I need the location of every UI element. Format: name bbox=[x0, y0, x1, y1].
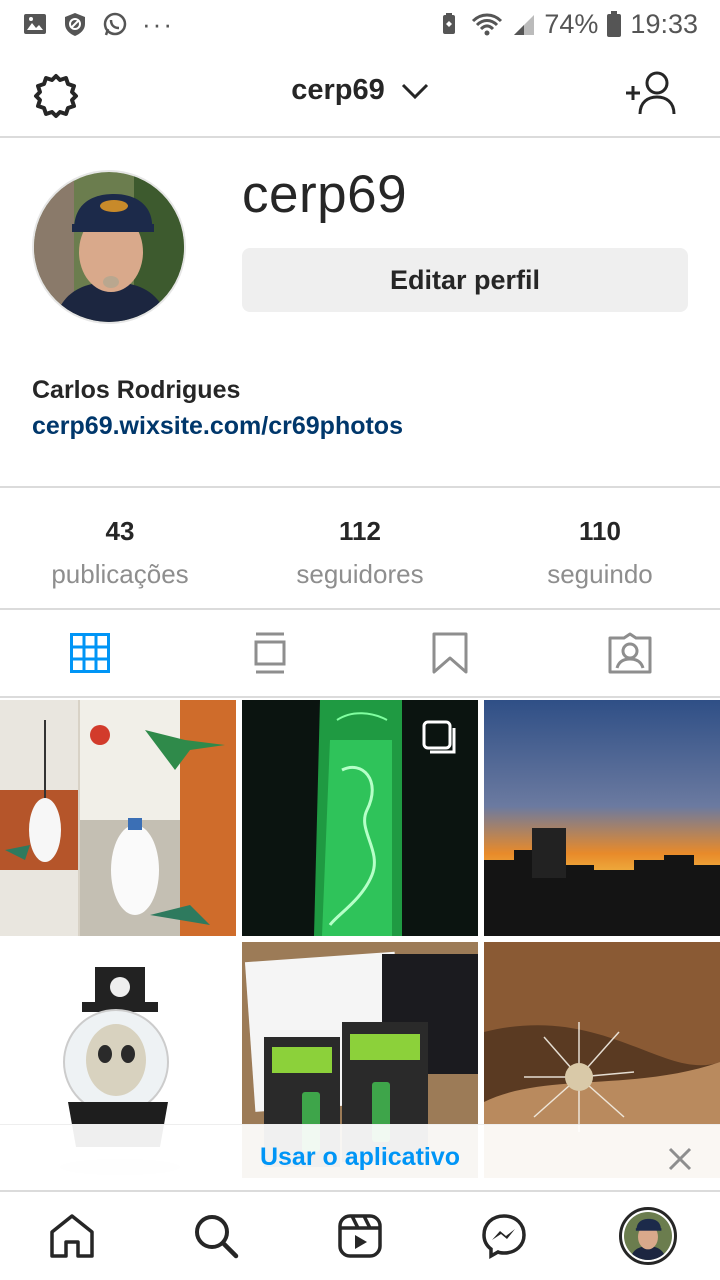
tab-grid[interactable] bbox=[0, 609, 180, 697]
stat-followers-count: 112 bbox=[339, 516, 381, 546]
stat-following-label: seguindo bbox=[547, 559, 653, 589]
photo-tile[interactable] bbox=[242, 700, 478, 936]
bookmark-icon bbox=[432, 632, 468, 674]
use-app-banner: Usar o aplicativo bbox=[0, 1124, 720, 1190]
close-icon[interactable] bbox=[666, 1145, 694, 1173]
reels-icon bbox=[338, 1214, 382, 1258]
photo-tile[interactable] bbox=[0, 700, 236, 936]
clock: 19:33 bbox=[630, 8, 698, 39]
battery-percent: 74% bbox=[544, 8, 599, 39]
search-icon bbox=[195, 1215, 239, 1259]
nav-home[interactable] bbox=[0, 1212, 144, 1260]
nav-reels[interactable] bbox=[288, 1212, 432, 1260]
top-nav: cerp69 bbox=[0, 48, 720, 138]
feed-icon bbox=[254, 632, 286, 674]
nav-profile[interactable] bbox=[576, 1207, 720, 1265]
stat-following-count: 110 bbox=[579, 516, 621, 546]
stat-following[interactable]: 110 seguindo bbox=[480, 488, 720, 608]
chevron-down-icon bbox=[401, 83, 428, 99]
profile-full-name: Carlos Rodrigues bbox=[32, 376, 241, 404]
whatsapp-notification-icon bbox=[103, 12, 127, 36]
battery-icon bbox=[607, 11, 622, 37]
nav-messenger[interactable] bbox=[432, 1212, 576, 1260]
stat-posts-count: 43 bbox=[105, 516, 135, 546]
profile-website-link[interactable]: cerp69.wixsite.com/cr69photos bbox=[32, 412, 403, 441]
profile-avatar[interactable] bbox=[32, 170, 186, 324]
photo-grid bbox=[0, 700, 720, 1178]
tab-feed[interactable] bbox=[180, 609, 360, 697]
profile-header: cerp69 Editar perfil Carlos Rodrigues ce… bbox=[0, 140, 720, 486]
stat-followers[interactable]: 112 seguidores bbox=[240, 488, 480, 608]
photo-green-bottle bbox=[242, 700, 478, 936]
bottom-nav bbox=[0, 1190, 720, 1280]
nav-profile-avatar bbox=[619, 1207, 677, 1265]
tab-saved[interactable] bbox=[360, 609, 540, 697]
profile-tabs bbox=[0, 610, 720, 698]
account-switcher[interactable]: cerp69 bbox=[0, 74, 720, 107]
add-person-icon[interactable] bbox=[624, 70, 676, 116]
messenger-icon bbox=[482, 1214, 526, 1260]
tagged-icon bbox=[608, 632, 652, 674]
use-app-link[interactable]: Usar o aplicativo bbox=[0, 1143, 720, 1172]
stat-followers-label: seguidores bbox=[296, 559, 424, 589]
stat-posts: 43 publicações bbox=[0, 488, 240, 608]
nav-username: cerp69 bbox=[291, 74, 385, 106]
photo-sunset bbox=[484, 700, 720, 936]
home-icon bbox=[50, 1214, 94, 1258]
signal-icon bbox=[514, 15, 535, 35]
more-notifications-dots: ··· bbox=[142, 8, 174, 39]
photo-hummingbird-feeders bbox=[0, 700, 236, 936]
photo-tile[interactable] bbox=[484, 700, 720, 936]
nav-search[interactable] bbox=[144, 1212, 288, 1260]
gallery-notification-icon bbox=[24, 14, 46, 34]
profile-stats: 43 publicações 112 seguidores 110 seguin… bbox=[0, 486, 720, 610]
shield-notification-icon bbox=[65, 13, 85, 36]
battery-saver-icon bbox=[443, 13, 456, 34]
wifi-icon bbox=[472, 13, 503, 36]
edit-profile-button[interactable]: Editar perfil bbox=[242, 248, 688, 312]
grid-icon bbox=[70, 633, 110, 673]
status-bar: ··· 74% 19:33 bbox=[0, 0, 720, 48]
tab-tagged[interactable] bbox=[540, 609, 720, 697]
profile-username: cerp69 bbox=[242, 165, 408, 224]
stat-posts-label: publicações bbox=[51, 559, 189, 589]
